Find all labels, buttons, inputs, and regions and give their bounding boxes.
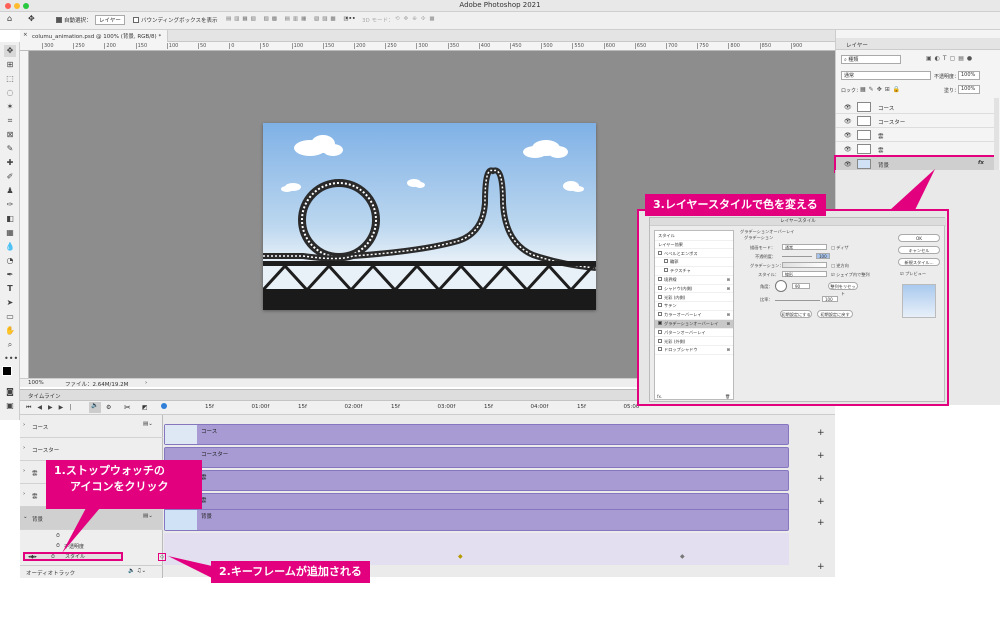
callout-step1: 1.ストップウォッチの アイコンをクリック (46, 460, 202, 509)
callout-arrows (62, 169, 935, 578)
callout-arrow-2 (168, 556, 212, 578)
callout-step2: 2.キーフレームが追加される (211, 561, 370, 583)
callout-step1-line1: 1.ストップウォッチの (54, 464, 165, 477)
callout-arrow-3 (890, 169, 935, 210)
callout-step1-line2: アイコンをクリック (70, 480, 169, 493)
callout-arrow-1 (62, 508, 100, 553)
